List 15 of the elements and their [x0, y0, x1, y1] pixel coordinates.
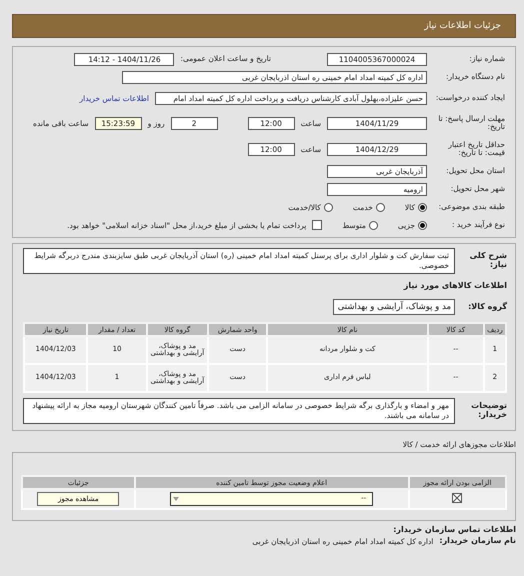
checkbox[interactable]	[312, 220, 322, 230]
radio-button[interactable]	[368, 220, 378, 230]
radio-button[interactable]	[418, 220, 427, 230]
field-label: شرح کلی نیاز:	[468, 252, 507, 270]
radio-button[interactable]	[376, 202, 385, 212]
field-label: توضیحات خریدار:	[470, 402, 507, 420]
section-title: اطلاعات کالاهای مورد نیاز	[404, 280, 507, 290]
radio-button[interactable]	[324, 202, 333, 212]
field-label: گروه کالا:	[467, 302, 507, 312]
page-title: جزئیات اطلاعات نیاز	[424, 21, 501, 31]
field-label: نام سازمان خریدار:	[439, 536, 516, 546]
goods-group-field[interactable]: مد و پوشاک، آرایشی و بهداشتی	[333, 299, 455, 316]
section-title: اطلاعات تماس سازمان خریدار:	[392, 525, 516, 534]
radio-button[interactable]	[418, 202, 427, 212]
dropdown-icon	[172, 495, 180, 504]
